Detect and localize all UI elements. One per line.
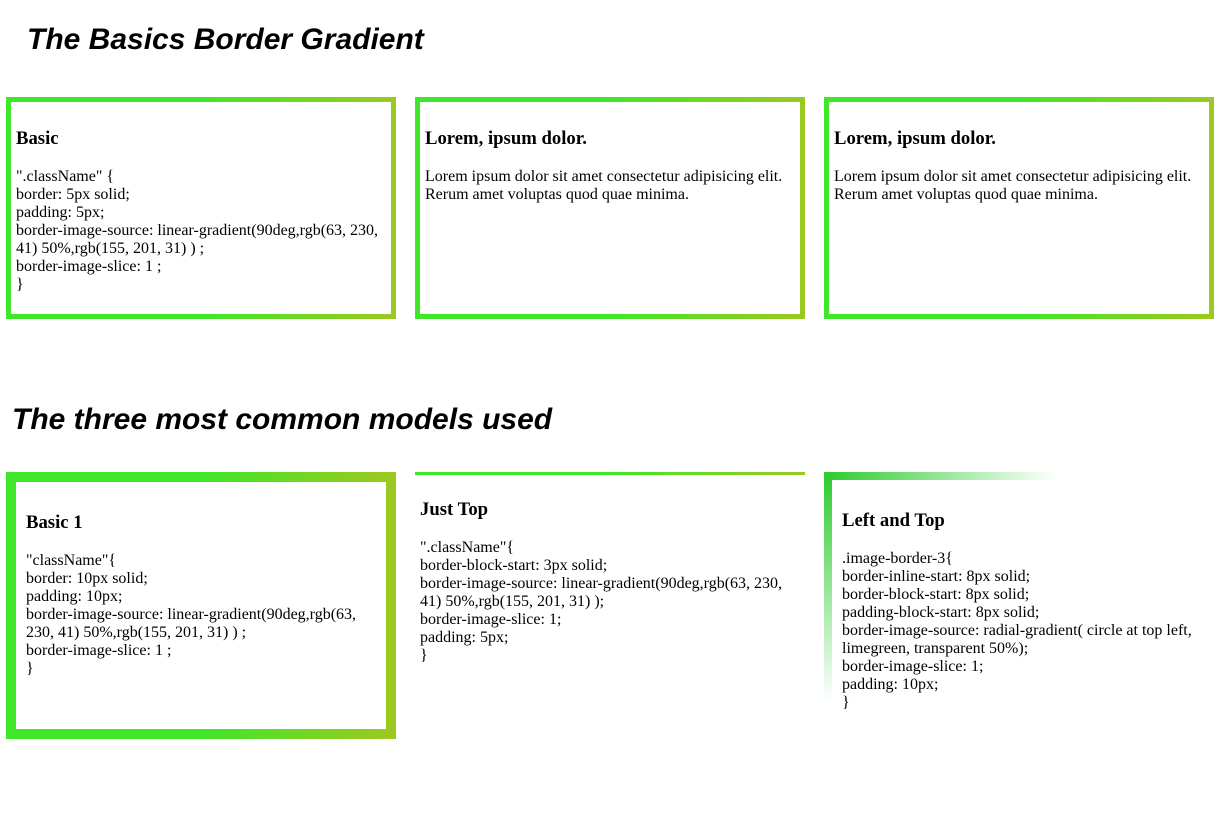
card-left-and-top: Left and Top .image-border-3{ border-inl…: [824, 472, 1214, 712]
code-line: border-image-source: linear-gradient(90d…: [16, 222, 379, 257]
card-lorem-1: Lorem, ipsum dolor. Lorem ipsum dolor si…: [415, 97, 805, 319]
card-text: Lorem ipsum dolor sit amet consectetur a…: [834, 168, 1192, 203]
card-just-top: Just Top ".className"{ border-block-star…: [415, 472, 805, 672]
code-block: .image-border-3{ border-inline-start: 8p…: [842, 550, 1204, 712]
code-line: border-image-slice: 1;: [842, 658, 984, 675]
code-line: padding: 10px;: [842, 676, 939, 693]
card-title: Left and Top: [842, 510, 945, 531]
code-line: border-block-start: 3px solid;: [420, 557, 608, 574]
code-line: border-block-start: 8px solid;: [842, 586, 1030, 603]
card-title: Lorem, ipsum dolor.: [834, 128, 996, 149]
code-line: border-image-slice: 1 ;: [16, 258, 162, 275]
code-line: border-image-slice: 1;: [420, 611, 562, 628]
code-line: border-image-slice: 1 ;: [26, 642, 172, 659]
card-basic: Basic ".className" { border: 5px solid; …: [6, 97, 396, 319]
section-heading-basics: The Basics Border Gradient: [27, 23, 424, 56]
code-line: border-inline-start: 8px solid;: [842, 568, 1031, 585]
card-title: Basic 1: [26, 512, 83, 533]
code-line: padding: 10px;: [26, 588, 123, 605]
code-line: }: [842, 694, 850, 711]
code-line: ".className"{: [420, 539, 515, 556]
code-block: ".className" { border: 5px solid; paddin…: [16, 168, 386, 294]
code-line: ".className" {: [16, 168, 115, 185]
code-line: }: [26, 660, 34, 677]
card-title: Basic: [16, 128, 59, 149]
card-title: Just Top: [420, 499, 489, 520]
code-line: border-image-source: linear-gradient(90d…: [420, 575, 783, 610]
card-lorem-2: Lorem, ipsum dolor. Lorem ipsum dolor si…: [824, 97, 1214, 319]
code-block: "className"{ border: 10px solid; padding…: [26, 552, 376, 678]
code-line: }: [420, 647, 428, 664]
code-line: "className"{: [26, 552, 117, 569]
code-line: border-image-source: radial-gradient( ci…: [842, 622, 1192, 657]
card-title: Lorem, ipsum dolor.: [425, 128, 587, 149]
card-basic-1: Basic 1 "className"{ border: 10px solid;…: [6, 472, 396, 739]
code-line: border: 10px solid;: [26, 570, 148, 587]
card-text: Lorem ipsum dolor sit amet consectetur a…: [425, 168, 783, 203]
code-line: .image-border-3{: [842, 550, 953, 567]
code-line: padding: 5px;: [420, 629, 509, 646]
section-heading-models: The three most common models used: [12, 403, 553, 436]
code-line: padding: 5px;: [16, 204, 105, 221]
code-line: padding-block-start: 8px solid;: [842, 604, 1040, 621]
code-line: }: [16, 276, 24, 293]
code-line: border: 5px solid;: [16, 186, 130, 203]
code-block: ".className"{ border-block-start: 3px so…: [420, 539, 800, 665]
code-line: border-image-source: linear-gradient(90d…: [26, 606, 357, 641]
